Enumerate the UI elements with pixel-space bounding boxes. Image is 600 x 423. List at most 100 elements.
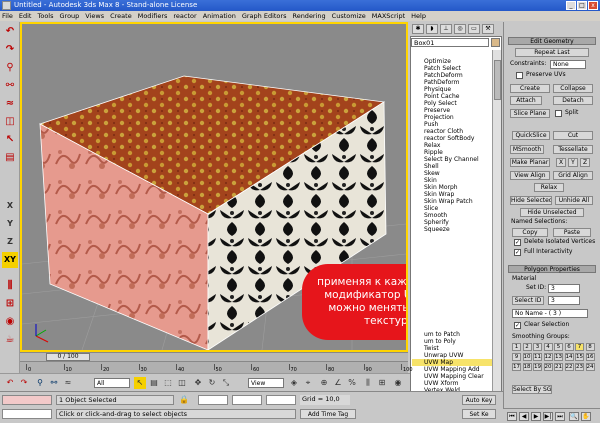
- axis-xy-button[interactable]: XY: [2, 252, 18, 268]
- slice-plane-button[interactable]: Slice Plane: [510, 109, 550, 118]
- menu-edit[interactable]: Edit: [19, 11, 32, 21]
- modifier-list-item[interactable]: UVW Mapping Add: [412, 366, 492, 373]
- msmooth-button[interactable]: MSmooth: [510, 145, 544, 154]
- reference-coord-dropdown[interactable]: View: [248, 378, 284, 388]
- polygon-properties-header[interactable]: Polygon Properties: [508, 265, 596, 273]
- modifier-list-item[interactable]: Physique: [412, 86, 492, 93]
- scale-icon[interactable]: ⤡: [220, 377, 232, 389]
- tessellate-button[interactable]: Tessellate: [553, 145, 593, 154]
- select-icon[interactable]: ↖: [2, 132, 18, 148]
- modifier-list-item[interactable]: Skin Wrap Patch: [412, 198, 492, 205]
- modifier-list-item[interactable]: [412, 275, 492, 282]
- lock-selection-icon[interactable]: 🔒: [178, 394, 190, 406]
- modifier-list-item[interactable]: reactor Cloth: [412, 128, 492, 135]
- select-by-name-toolbar-icon[interactable]: ▤: [148, 377, 160, 389]
- modifier-list-item[interactable]: [412, 296, 492, 303]
- bind-space-warp-icon[interactable]: ≈: [62, 377, 74, 389]
- modifier-list-item[interactable]: [412, 324, 492, 331]
- unlink-toolbar-icon[interactable]: ⚯: [48, 377, 60, 389]
- modifier-list-item[interactable]: [412, 261, 492, 268]
- link-icon[interactable]: ⚲: [2, 60, 18, 76]
- angle-snap-icon[interactable]: ∠: [332, 377, 344, 389]
- modifier-list-item[interactable]: [412, 289, 492, 296]
- hide-selected-button[interactable]: Hide Selected: [510, 196, 552, 205]
- redo-toolbar-icon[interactable]: ↷: [18, 377, 30, 389]
- smoothing-group-button[interactable]: 21: [554, 363, 563, 371]
- repeat-last-button[interactable]: Repeat Last: [515, 48, 589, 57]
- undo-toolbar-icon[interactable]: ↶: [4, 377, 16, 389]
- modifier-list-item[interactable]: um to Poly: [412, 338, 492, 345]
- menu-create[interactable]: Create: [110, 11, 132, 21]
- smoothing-group-button[interactable]: 1: [512, 343, 521, 351]
- align-icon[interactable]: ⊞: [2, 296, 18, 312]
- x-coordinate-field[interactable]: [198, 395, 228, 405]
- snaps-toggle-icon[interactable]: ⊕: [318, 377, 330, 389]
- smoothing-group-button[interactable]: 7: [575, 343, 584, 351]
- select-id-button[interactable]: Select ID: [512, 296, 544, 305]
- undo-icon[interactable]: ↶: [2, 24, 18, 40]
- smoothing-group-button[interactable]: 10: [522, 353, 532, 361]
- smoothing-group-button[interactable]: 13: [554, 353, 563, 361]
- menu-animation[interactable]: Animation: [203, 11, 236, 21]
- smoothing-group-button[interactable]: 9: [512, 353, 521, 361]
- smoothing-group-button[interactable]: 8: [585, 343, 595, 351]
- modifier-list-item[interactable]: UVW Mapping Clear: [412, 373, 492, 380]
- selection-filter-dropdown[interactable]: All: [94, 378, 130, 388]
- select-object-icon[interactable]: ↖: [134, 377, 146, 389]
- axis-z-button[interactable]: Z: [2, 234, 18, 250]
- modifier-list-item[interactable]: PatchDeform: [412, 72, 492, 79]
- view-align-button[interactable]: View Align: [510, 171, 550, 180]
- cut-button[interactable]: Cut: [553, 131, 593, 140]
- modifier-list-item[interactable]: [412, 240, 492, 247]
- hide-unselected-button[interactable]: Hide Unselected: [520, 208, 584, 217]
- go-to-end-icon[interactable]: ⏭: [555, 412, 565, 421]
- copy-button[interactable]: Copy: [512, 228, 548, 237]
- pivot-center-icon[interactable]: ◈: [288, 377, 300, 389]
- modifier-list-item[interactable]: PathDeform: [412, 79, 492, 86]
- time-slider[interactable]: 0 / 100: [20, 352, 408, 361]
- time-slider-knob[interactable]: 0 / 100: [46, 353, 90, 361]
- unhide-all-button[interactable]: Unhide All: [555, 196, 593, 205]
- modifier-list-item[interactable]: Preserve: [412, 107, 492, 114]
- modifier-list-item[interactable]: Slice: [412, 205, 492, 212]
- utilities-tab-icon[interactable]: ⚒: [482, 24, 494, 34]
- mirror-toolbar-icon[interactable]: ⫼: [362, 377, 374, 389]
- close-button[interactable]: x: [588, 1, 598, 10]
- render-icon[interactable]: ☕: [2, 332, 18, 348]
- modifier-list-item[interactable]: Shell: [412, 163, 492, 170]
- select-id-spinner[interactable]: 3: [548, 296, 580, 305]
- material-editor-toolbar-icon[interactable]: ◉: [392, 377, 404, 389]
- rotate-icon[interactable]: ↻: [206, 377, 218, 389]
- constraints-dropdown[interactable]: None: [550, 60, 586, 69]
- go-to-start-icon[interactable]: ⏮: [507, 412, 517, 421]
- bind-warp-icon[interactable]: ≈: [2, 96, 18, 112]
- play-icon[interactable]: ▶: [531, 412, 541, 421]
- modify-tab-icon[interactable]: ◗: [426, 24, 438, 34]
- modifier-list-item[interactable]: reactor SoftBody: [412, 135, 492, 142]
- modifier-list-item[interactable]: [412, 233, 492, 240]
- smoothing-group-button[interactable]: 6: [564, 343, 574, 351]
- window-crossing-icon[interactable]: ◫: [176, 377, 188, 389]
- smoothing-group-button[interactable]: 17: [512, 363, 521, 371]
- select-by-name-icon[interactable]: ▤: [2, 150, 18, 166]
- align-toolbar-icon[interactable]: ⊞: [376, 377, 388, 389]
- modifier-list-item[interactable]: Unwrap UVW: [412, 352, 492, 359]
- modifier-list-item[interactable]: Skin Wrap: [412, 191, 492, 198]
- redo-icon[interactable]: ↷: [2, 42, 18, 58]
- modifier-list-item[interactable]: Push: [412, 121, 492, 128]
- unlink-icon[interactable]: ⚯: [2, 78, 18, 94]
- axis-x-button[interactable]: X: [2, 198, 18, 214]
- modifier-list-item[interactable]: UVW Map: [412, 359, 492, 366]
- display-tab-icon[interactable]: ▭: [468, 24, 480, 34]
- modifier-list-item[interactable]: [412, 303, 492, 310]
- menu-views[interactable]: Views: [85, 11, 104, 21]
- modifier-list-item[interactable]: [412, 247, 492, 254]
- menu-maxscript[interactable]: MAXScript: [372, 11, 405, 21]
- material-name-dropdown[interactable]: No Name - ( 3 ): [512, 309, 588, 318]
- create-tab-icon[interactable]: ✱: [412, 24, 424, 34]
- material-editor-icon[interactable]: ◉: [2, 314, 18, 330]
- make-planar-button[interactable]: Make Planar: [510, 158, 550, 167]
- menu-help[interactable]: Help: [411, 11, 426, 21]
- modifier-list-item[interactable]: Optimize: [412, 58, 492, 65]
- pan-icon[interactable]: ✋: [581, 412, 591, 421]
